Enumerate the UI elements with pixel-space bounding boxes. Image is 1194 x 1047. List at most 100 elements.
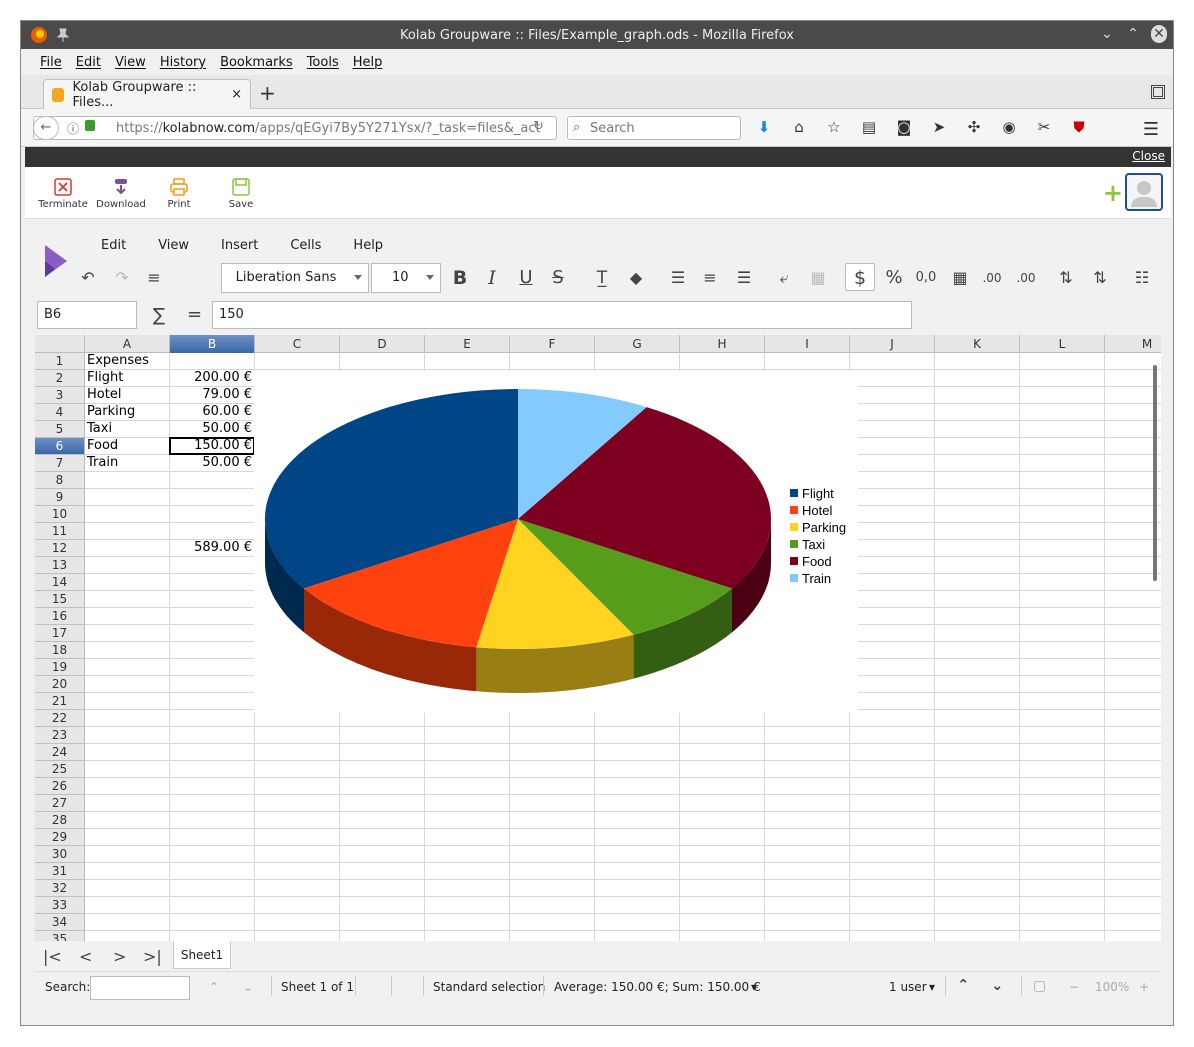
bookmark-star-icon[interactable]: ☆ xyxy=(823,118,845,136)
font-name-select[interactable]: Liberation Sans xyxy=(221,263,369,293)
tab-close-icon[interactable]: × xyxy=(231,87,242,102)
name-box[interactable]: B6 xyxy=(37,301,137,329)
hamburger-menu-icon[interactable]: ☰ xyxy=(1143,119,1159,140)
sheet-tab[interactable]: Sheet1 xyxy=(173,941,231,969)
formula-icon[interactable]: = xyxy=(187,304,202,325)
column-header-j[interactable]: J xyxy=(850,335,935,353)
sort-descending-icon[interactable]: ⇅ xyxy=(1089,267,1111,289)
fit-page-icon[interactable]: ▢ xyxy=(1033,978,1046,994)
column-header-c[interactable]: C xyxy=(255,335,340,353)
menu-history[interactable]: History xyxy=(153,55,213,70)
maximize-icon[interactable]: ⌃ xyxy=(1125,26,1141,42)
background-color-icon[interactable]: ◆ xyxy=(625,267,647,289)
office-menu-cells[interactable]: Cells xyxy=(274,238,337,253)
zoom-out-icon[interactable]: − xyxy=(1069,980,1079,994)
row-header[interactable]: 27 xyxy=(35,795,85,812)
number-format-icon[interactable]: 0,0 xyxy=(915,267,937,289)
scroll-down-icon[interactable]: ⌄ xyxy=(991,976,1004,994)
redo-icon[interactable]: ↷ xyxy=(111,267,133,289)
avatar[interactable] xyxy=(1125,173,1163,211)
underline-icon[interactable]: U xyxy=(515,267,537,289)
screenshot-icon[interactable]: ✂ xyxy=(1033,118,1055,136)
row-header[interactable]: 2 xyxy=(35,370,85,387)
last-sheet-icon[interactable]: >| xyxy=(143,947,162,966)
column-header-b[interactable]: B xyxy=(170,335,255,353)
column-header-m[interactable]: M xyxy=(1105,335,1161,353)
column-header-f[interactable]: F xyxy=(510,335,595,353)
pocket-icon[interactable]: ◙ xyxy=(893,118,915,136)
selected-cell[interactable] xyxy=(169,437,255,455)
column-header-l[interactable]: L xyxy=(1020,335,1105,353)
wrap-text-icon[interactable]: ⤶ xyxy=(773,267,795,289)
column-header-i[interactable]: I xyxy=(765,335,850,353)
row-header[interactable]: 34 xyxy=(35,914,85,931)
row-header[interactable]: 12 xyxy=(35,540,85,557)
scroll-up-icon[interactable]: ⌃ xyxy=(957,976,970,994)
align-right-icon[interactable]: ☰ xyxy=(733,267,755,289)
row-header[interactable]: 30 xyxy=(35,846,85,863)
row-header[interactable]: 8 xyxy=(35,472,85,489)
row-header[interactable]: 21 xyxy=(35,693,85,710)
row-header[interactable]: 31 xyxy=(35,863,85,880)
menu-help[interactable]: Help xyxy=(346,55,390,70)
add-decimal-icon[interactable]: .00 xyxy=(981,267,1003,289)
ublock-icon[interactable]: ⛊ xyxy=(1068,118,1090,136)
reload-icon[interactable]: ↻ xyxy=(533,119,544,134)
column-header-k[interactable]: K xyxy=(935,335,1020,353)
office-menu-help[interactable]: Help xyxy=(337,238,399,253)
user-count[interactable]: 1 user xyxy=(889,980,927,994)
info-icon[interactable]: ⓘ xyxy=(67,120,79,137)
users-dropdown-icon[interactable]: ▾ xyxy=(929,980,935,994)
first-sheet-icon[interactable]: |< xyxy=(43,947,62,966)
row-header[interactable]: 26 xyxy=(35,778,85,795)
align-center-icon[interactable]: ≡ xyxy=(699,267,721,289)
column-header-d[interactable]: D xyxy=(340,335,425,353)
pie-chart[interactable]: Flight Hotel Parking Taxi Food Train xyxy=(254,371,858,713)
row-header[interactable]: 25 xyxy=(35,761,85,778)
row-header[interactable]: 1 xyxy=(35,353,85,370)
font-size-select[interactable]: 10 xyxy=(371,263,441,293)
cell-b5[interactable]: 50.00 € xyxy=(170,421,252,437)
date-format-icon[interactable]: ▦ xyxy=(949,267,971,289)
italic-icon[interactable]: I xyxy=(481,267,503,289)
row-header[interactable]: 11 xyxy=(35,523,85,540)
paint-format-icon[interactable]: ≡ xyxy=(143,267,165,289)
send-icon[interactable]: ➤ xyxy=(928,118,950,136)
row-header[interactable]: 18 xyxy=(35,642,85,659)
library-icon[interactable]: ▤ xyxy=(858,118,880,136)
row-header[interactable]: 3 xyxy=(35,387,85,404)
percent-format-icon[interactable]: % xyxy=(883,267,905,289)
minimize-icon[interactable]: ⌄ xyxy=(1099,26,1115,42)
row-header[interactable]: 19 xyxy=(35,659,85,676)
sort-ascending-icon[interactable]: ⇅ xyxy=(1055,267,1077,289)
row-header[interactable]: 32 xyxy=(35,880,85,897)
row-header[interactable]: 5 xyxy=(35,421,85,438)
terminate-button[interactable]: Terminate xyxy=(35,177,91,210)
undo-icon[interactable]: ↶ xyxy=(77,267,99,289)
spreadsheet-grid[interactable]: ABCDEFGHIJKLM 1 2 3 4 5 6 7 8 9 10 11 12 13 14 15 16 17 1… xyxy=(35,335,1161,941)
row-header[interactable]: 10 xyxy=(35,506,85,523)
aggregate-dropdown-icon[interactable]: ▾ xyxy=(751,980,757,994)
back-button[interactable]: ← xyxy=(33,116,59,140)
row-header[interactable]: 33 xyxy=(35,897,85,914)
strikethrough-icon[interactable]: S xyxy=(547,267,569,289)
menu-edit[interactable]: Edit xyxy=(69,55,108,70)
row-header[interactable]: 4 xyxy=(35,404,85,421)
merge-cells-icon[interactable]: ▦ xyxy=(807,267,829,289)
cell-a4[interactable]: Parking xyxy=(87,404,135,420)
color-wheel-icon[interactable]: ◉ xyxy=(998,118,1020,136)
cell-a1[interactable]: Expenses xyxy=(87,353,149,369)
prev-sheet-icon[interactable]: < xyxy=(79,947,92,966)
vertical-scrollbar[interactable] xyxy=(1153,365,1157,581)
pin-icon[interactable] xyxy=(53,25,73,45)
column-header-e[interactable]: E xyxy=(425,335,510,353)
save-button[interactable]: Save xyxy=(213,177,269,210)
menu-file[interactable]: File xyxy=(33,55,69,70)
row-header[interactable]: 16 xyxy=(35,608,85,625)
delete-decimal-icon[interactable]: .00 xyxy=(1015,267,1037,289)
row-header[interactable]: 35 xyxy=(35,931,85,941)
search-next-icon[interactable]: ⌄ xyxy=(243,980,253,994)
bold-icon[interactable]: B xyxy=(449,267,471,289)
cell-a5[interactable]: Taxi xyxy=(87,421,112,437)
tab-kolab[interactable]: Kolab Groupware :: Files... × xyxy=(43,79,251,110)
